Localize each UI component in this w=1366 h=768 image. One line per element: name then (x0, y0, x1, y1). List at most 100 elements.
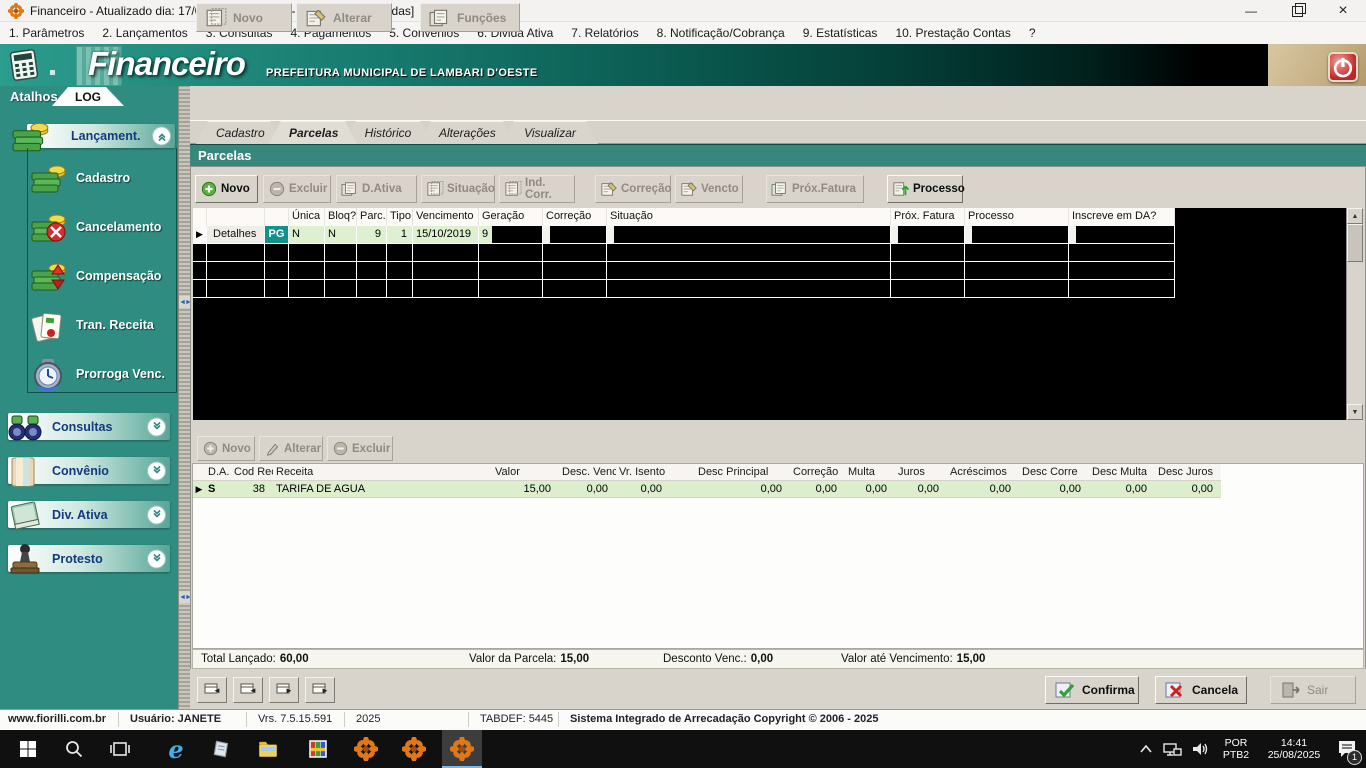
sidebar-atalhos-label[interactable]: Atalhos (10, 89, 58, 104)
col-unica: Única (289, 208, 325, 226)
clock-date[interactable]: 14:4125/08/2025 (1258, 730, 1330, 768)
municipality-name: PREFEITURA MUNICIPAL DE LAMBARI D'OESTE (266, 67, 538, 79)
parcelas-grid: Única Bloq? Parc. Tipo Vencimento Geraçã… (193, 208, 1346, 420)
scroll-thumb[interactable] (1347, 224, 1363, 262)
sidebar-item-compensacao[interactable]: Compensação (30, 252, 176, 300)
calculator-icon (6, 47, 42, 83)
menu-help[interactable]: ? (1020, 22, 1045, 44)
receita-alterar-button[interactable]: Alterar (259, 436, 323, 461)
detalhes-cell[interactable]: Detalhes (207, 226, 265, 244)
minimize-button[interactable]: — (1228, 0, 1274, 21)
network-icon[interactable] (1158, 730, 1186, 768)
geracao-cell: 9 (479, 226, 543, 244)
nav-first-button[interactable]: ◄ (197, 677, 227, 703)
tray-chevron-icon[interactable] (1134, 730, 1158, 768)
tipo-cell: 1 (387, 226, 413, 244)
sidebar-group-convenio[interactable]: Convênio (8, 457, 170, 484)
menu-notificacao[interactable]: 8. Notificação/Cobrança (648, 22, 794, 44)
receitas-grid: D.A. Cod Rec Receita Valor Desc. Venc Vr… (192, 463, 1364, 649)
file-explorer-icon[interactable] (248, 730, 288, 768)
expand-chevron-icon[interactable] (147, 461, 166, 480)
search-icon[interactable] (54, 730, 94, 768)
receita-cell: TARIFA DE AGUA (273, 481, 485, 498)
status-tabdef: TABDEF: 5445 (480, 713, 553, 725)
power-button[interactable] (1328, 52, 1358, 82)
sidebar-log-tab[interactable]: LOG (52, 87, 124, 106)
expand-chevron-icon[interactable] (147, 549, 166, 568)
funcoes-button[interactable]: Funções (420, 3, 520, 32)
parcela-row[interactable]: ▶ Detalhes PG N N 9 1 15/10/2019 9 (193, 226, 1346, 244)
parcela-correcao-button[interactable]: Correção (595, 175, 671, 203)
col-desc-principal: Desc Principal (670, 464, 790, 481)
volume-icon[interactable] (1186, 730, 1214, 768)
taskbar: e PORPTB2 14:4125/08/2025 1 (0, 730, 1366, 768)
sidebar-item-cadastro[interactable]: Cadastro (30, 154, 176, 202)
start-button[interactable] (8, 730, 48, 768)
receita-novo-button[interactable]: Novo (197, 436, 255, 461)
col-vencimento: Vencimento (413, 208, 479, 226)
tab-cadastro[interactable]: Cadastro (196, 121, 282, 144)
parcela-dativa-button[interactable]: D.Ativa (336, 175, 417, 203)
archive-app-icon[interactable] (298, 730, 338, 768)
receitas-grid-header: D.A. Cod Rec Receita Valor Desc. Venc Vr… (193, 464, 1363, 481)
fiorilli-app-icon-active[interactable] (442, 730, 482, 768)
restore-button[interactable] (1274, 0, 1320, 21)
parcelas-grid-scrollbar[interactable]: ▲ ▼ (1346, 208, 1362, 420)
sair-button[interactable]: Sair (1270, 676, 1356, 704)
notes-app-icon[interactable] (202, 730, 242, 768)
sidebar-group-div-ativa[interactable]: Div. Ativa (8, 501, 170, 528)
menu-relatorios[interactable]: 7. Relatórios (562, 22, 647, 44)
docs-icon (771, 181, 789, 197)
processo-cell (965, 226, 1069, 244)
fiorilli-app-icon-2[interactable] (394, 730, 434, 768)
close-button[interactable]: × (1320, 0, 1366, 21)
parcela-ind-corr-button[interactable]: Ind. Corr. (499, 175, 575, 203)
collapse-chevron-icon[interactable] (152, 127, 171, 146)
menu-parametros[interactable]: 1. Parâmetros (0, 22, 93, 44)
sidebar-splitter[interactable]: ◄► ◄► (178, 86, 190, 709)
receita-excluir-button[interactable]: Excluir (327, 436, 393, 461)
menu-prestacao-contas[interactable]: 10. Prestação Contas (886, 22, 1019, 44)
parcela-prox-fatura-button[interactable]: Próx.Fatura (766, 175, 864, 203)
sidebar-item-tran-receita[interactable]: Tran. Receita (30, 301, 176, 349)
parcela-vencto-button[interactable]: Vencto (675, 175, 743, 203)
alterar-button[interactable]: Alterar (296, 3, 392, 32)
scroll-up-icon[interactable]: ▲ (1347, 208, 1363, 224)
multa-cell: 0,00 (845, 481, 895, 498)
internet-explorer-icon[interactable]: e (156, 730, 196, 768)
receita-row[interactable]: ▶ S 38 TARIFA DE AGUA 15,00 0,00 0,00 0,… (193, 481, 1363, 498)
sidebar-group-lancamento[interactable]: Lançament. (27, 124, 175, 148)
tab-visualizar[interactable]: Visualizar (502, 121, 598, 144)
parcela-situacao-button[interactable]: Situação (421, 175, 495, 203)
parcela-novo-button[interactable]: Novo (195, 175, 258, 203)
sidebar-group-consultas[interactable]: Consultas (8, 413, 170, 440)
expand-chevron-icon[interactable] (147, 417, 166, 436)
novo-button[interactable]: Novo (196, 3, 292, 32)
tab-historico[interactable]: Histórico (344, 121, 432, 144)
cancela-button[interactable]: Cancela (1155, 676, 1247, 704)
cancel-money-icon (30, 209, 68, 245)
task-view-icon[interactable] (100, 730, 140, 768)
notification-center-icon[interactable]: 1 (1330, 730, 1364, 768)
parcela-processo-button[interactable]: Processo (887, 175, 963, 203)
tab-alteracoes[interactable]: Alterações (419, 121, 515, 144)
scroll-down-icon[interactable]: ▼ (1347, 404, 1363, 420)
nav-prev-button[interactable]: ◄ (233, 677, 263, 703)
section-title: Parcelas (190, 144, 1366, 166)
expand-chevron-icon[interactable] (147, 505, 166, 524)
menu-lancamentos[interactable]: 2. Lançamentos (93, 22, 196, 44)
nav-last-button[interactable]: ► (305, 677, 335, 703)
tab-parcelas[interactable]: Parcelas (269, 121, 357, 144)
fiorilli-app-icon-1[interactable] (346, 730, 386, 768)
status-website[interactable]: www.fiorilli.com.br (8, 713, 106, 725)
nav-next-button[interactable]: ► (269, 677, 299, 703)
parcela-excluir-button[interactable]: Excluir (263, 175, 331, 203)
sidebar-item-cancelamento[interactable]: Cancelamento (30, 203, 176, 251)
doc-tilt-icon (600, 181, 618, 197)
window-controls: — × (1228, 0, 1366, 21)
menu-estatisticas[interactable]: 9. Estatísticas (794, 22, 887, 44)
language-indicator[interactable]: PORPTB2 (1216, 730, 1256, 768)
sidebar-item-prorroga-venc[interactable]: Prorroga Venc. (30, 350, 176, 398)
confirma-button[interactable]: Confirma (1045, 676, 1139, 704)
sidebar-group-protesto[interactable]: Protesto (8, 545, 170, 572)
